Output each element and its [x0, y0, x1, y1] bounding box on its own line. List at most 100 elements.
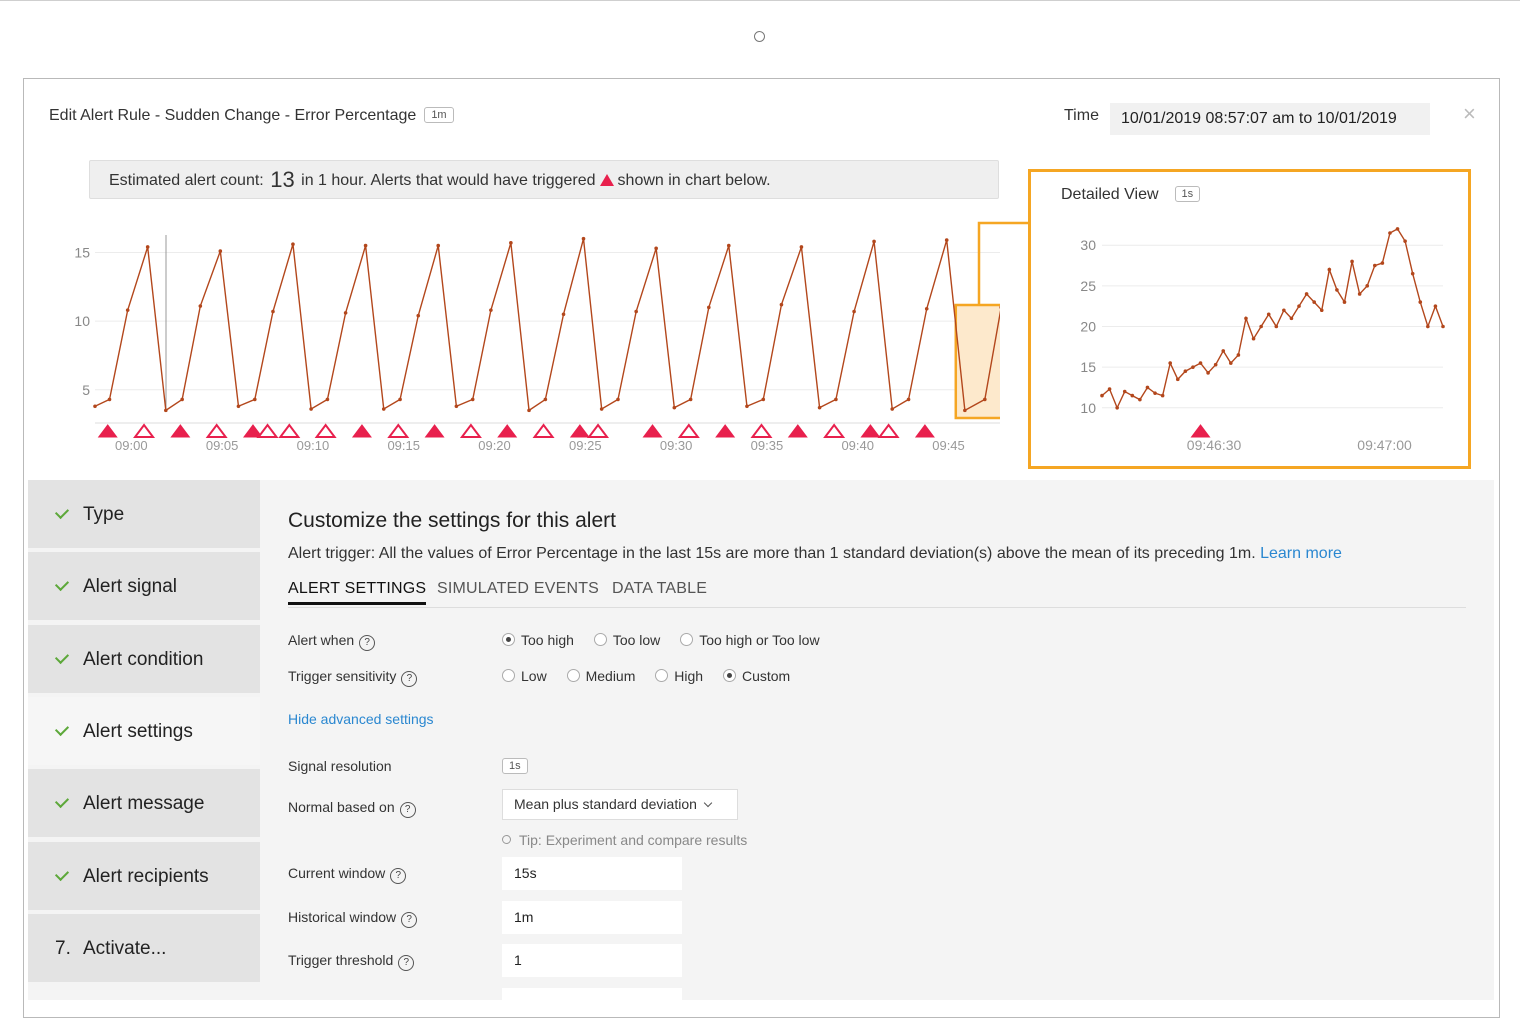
option-label: Medium: [585, 668, 636, 684]
x-tick-label: 09:10: [297, 438, 330, 453]
check-icon: [54, 577, 70, 592]
top-border: [0, 0, 1520, 1]
alert-triangle-outline: [587, 423, 610, 438]
select-value: Mean plus standard deviation: [514, 796, 697, 812]
chevron-down-icon: [703, 798, 713, 808]
tab-alert-settings[interactable]: ALERT SETTINGS: [288, 580, 427, 605]
sensitivity-options: Low Medium High Custom: [502, 668, 806, 684]
sidebar-item-alert-message[interactable]: Alert message: [28, 769, 260, 840]
sidebar-item-alert-signal[interactable]: Alert signal: [28, 552, 260, 623]
series-line: [1101, 228, 1444, 410]
data-point: [745, 404, 749, 409]
check-icon: [54, 504, 70, 520]
data-point: [253, 397, 257, 402]
data-point: [1304, 292, 1309, 296]
data-point: [470, 397, 475, 402]
option-label: Too high or Too low: [699, 632, 820, 648]
radio-icon[interactable]: [680, 633, 694, 646]
alert-triangle: [351, 424, 372, 438]
data-point: [436, 243, 441, 248]
x-tick-label: 09:05: [206, 438, 239, 453]
sidebar-item-activate[interactable]: 7. Activate...: [28, 913, 260, 984]
data-point: [1183, 369, 1188, 374]
sidebar-item-label: Type: [83, 504, 125, 525]
x-tick-label: 09:30: [660, 438, 693, 453]
trigger-description: Alert trigger: All the values of Error P…: [288, 545, 1342, 563]
tab-data-table[interactable]: DATA TABLE: [612, 580, 707, 598]
sidebar-item-alert-recipients[interactable]: Alert recipients: [28, 841, 260, 912]
next-field-input[interactable]: [502, 988, 682, 1000]
data-point: [1221, 349, 1226, 353]
data-point: [1115, 406, 1119, 410]
data-point: [543, 397, 548, 402]
time-range-field[interactable]: 10/01/2019 08:57:07 am to 10/01/2019: [1110, 103, 1430, 135]
sidebar-item-alert-settings[interactable]: Alert settings: [28, 696, 260, 767]
sensitivity-medium[interactable]: Medium: [566, 668, 636, 684]
radio-icon[interactable]: [502, 669, 515, 682]
data-point: [1410, 271, 1415, 276]
data-point: [343, 311, 348, 315]
data-point: [1312, 300, 1316, 304]
radio-icon[interactable]: [655, 669, 669, 682]
estimate-suffix: shown in chart below.: [617, 172, 771, 189]
data-point: [527, 408, 531, 413]
radio-icon[interactable]: [566, 669, 580, 682]
sidebar-item-alert-condition[interactable]: Alert condition: [28, 624, 260, 695]
learn-more-link[interactable]: Learn more: [1260, 545, 1342, 562]
sidebar-item-type[interactable]: Type: [28, 480, 260, 550]
sensitivity-high[interactable]: High: [655, 668, 703, 684]
data-point: [236, 404, 241, 409]
help-icon[interactable]: ?: [401, 671, 418, 687]
normal-based-on-label: Normal based on?: [288, 799, 416, 818]
alert-triangle-outline: [877, 423, 900, 438]
normal-based-on-select[interactable]: Mean plus standard deviation: [502, 789, 738, 820]
alert-when-label-text: Alert when: [288, 632, 355, 648]
x-tick-label: 09:45: [932, 438, 965, 453]
close-icon[interactable]: ×: [1463, 103, 1476, 125]
hide-advanced-link[interactable]: Hide advanced settings: [288, 711, 434, 727]
alert-triangle: [497, 424, 518, 438]
help-icon[interactable]: ?: [401, 912, 418, 928]
data-point: [309, 407, 313, 411]
help-icon[interactable]: ?: [359, 635, 376, 651]
modal-title: Edit Alert Rule - Sudden Change - Error …: [49, 107, 454, 125]
alert-triangle: [715, 424, 736, 438]
alert-when-too-high[interactable]: Too high: [502, 632, 574, 648]
alert-when-label: Alert when?: [288, 632, 376, 651]
sensitivity-custom[interactable]: Custom: [722, 668, 790, 684]
data-point: [872, 239, 876, 244]
data-point: [1357, 292, 1362, 296]
option-label: Low: [521, 668, 547, 684]
data-point: [1327, 267, 1332, 272]
alert-when-both[interactable]: Too high or Too low: [680, 632, 820, 648]
historical-window-input[interactable]: 1m: [502, 901, 682, 934]
tab-simulated-events[interactable]: SIMULATED EVENTS: [437, 580, 599, 598]
data-point: [616, 397, 620, 402]
help-icon[interactable]: ?: [390, 868, 407, 884]
data-point: [906, 397, 911, 402]
data-point: [852, 309, 856, 314]
detail-view-title: Detailed View 1s: [1061, 186, 1201, 204]
alert-triangle: [642, 424, 663, 438]
data-point: [164, 408, 168, 413]
time-label: Time: [1064, 107, 1099, 124]
radio-selected-icon[interactable]: [502, 633, 515, 646]
trigger-threshold-input[interactable]: 1: [502, 944, 682, 977]
help-icon[interactable]: ?: [398, 955, 415, 971]
sensitivity-label: Trigger sensitivity?: [288, 668, 418, 687]
signal-resolution-label: Signal resolution: [288, 758, 392, 774]
current-window-input[interactable]: 15s: [502, 857, 682, 890]
data-point: [1380, 261, 1385, 265]
help-icon[interactable]: ?: [399, 802, 416, 818]
sensitivity-low[interactable]: Low: [502, 668, 547, 684]
data-point: [1395, 227, 1400, 231]
data-point: [125, 308, 130, 312]
data-point: [1297, 304, 1301, 308]
alert-when-too-low[interactable]: Too low: [593, 632, 660, 648]
data-point: [1251, 336, 1256, 341]
radio-selected-icon[interactable]: [722, 669, 736, 682]
data-point: [924, 306, 929, 311]
x-tick-label: 09:15: [387, 438, 420, 453]
radio-icon[interactable]: [593, 633, 607, 646]
data-point: [1138, 397, 1142, 402]
